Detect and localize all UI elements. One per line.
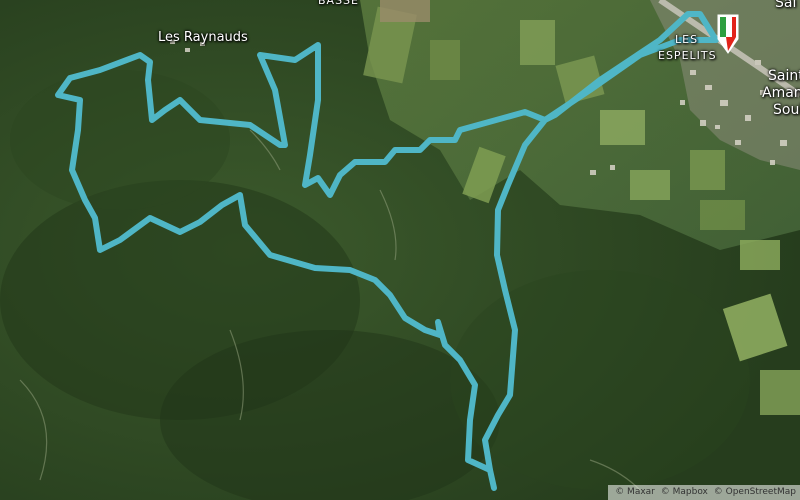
place-label-saint: Saint	[768, 68, 800, 84]
attribution-mapbox-link[interactable]: © Mapbox	[661, 487, 708, 497]
place-label-soul: Soul	[773, 102, 800, 118]
place-label-basse: BASSE	[318, 0, 359, 7]
place-label-les-raynauds: Les Raynauds	[158, 30, 248, 45]
place-label-espelits: ESPELITS	[658, 49, 717, 62]
attribution-maxar-link[interactable]: © Maxar	[615, 487, 655, 497]
place-label-sai: Sai	[775, 0, 797, 11]
place-label-les: LES	[675, 33, 699, 46]
route-track[interactable]	[0, 0, 800, 500]
map-attribution: © Maxar © Mapbox © OpenStreetMap	[608, 485, 800, 500]
attribution-osm-link[interactable]: © OpenStreetMap	[714, 487, 796, 497]
map-view[interactable]: Les Raynauds BASSE LES ESPELITS Saint Am…	[0, 0, 800, 500]
place-label-aman: Aman	[762, 85, 800, 101]
flag-start-icon[interactable]	[714, 13, 742, 57]
